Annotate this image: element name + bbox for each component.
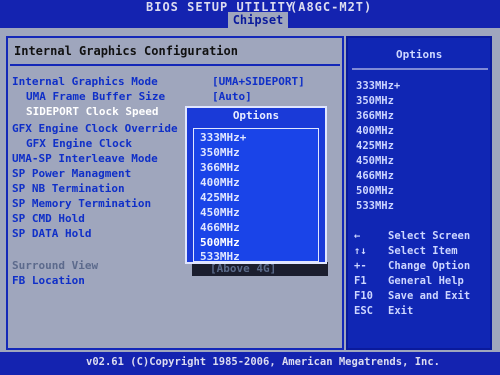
- help-option-466mhz: 466MHz: [356, 170, 394, 182]
- popup-option-450mhz[interactable]: 450MHz: [200, 206, 240, 219]
- help-panel-divider: [352, 68, 488, 70]
- section-title: Internal Graphics Configuration: [14, 44, 238, 58]
- help-action-exit: Exit: [388, 305, 414, 317]
- popup-option-350mhz[interactable]: 350MHz: [200, 146, 240, 159]
- help-option-366mhz: 366MHz: [356, 110, 394, 122]
- popup-option-400mhz[interactable]: 400MHz: [200, 176, 240, 189]
- help-key-esc: ESC: [354, 305, 373, 317]
- help-option-500mhz: 500MHz: [356, 185, 394, 197]
- setting-uma-frame-buffer-size-value[interactable]: [Auto]: [212, 90, 252, 103]
- setting-sp-power-managment[interactable]: SP Power Managment: [12, 167, 131, 180]
- setting-sp-cmd-hold[interactable]: SP CMD Hold: [12, 212, 85, 225]
- popup-option-list[interactable]: 333MHz+ 350MHz 366MHz 400MHz 425MHz 450M…: [193, 128, 319, 263]
- help-option-333mhz: 333MHz+: [356, 80, 401, 92]
- section-divider: [10, 64, 340, 66]
- help-action-select-item: Select Item: [388, 245, 458, 257]
- bios-screen: BIOS SETUP UTILITY (A8GC-M2T) Chipset In…: [0, 0, 500, 375]
- popup-option-500mhz-selected[interactable]: 500MHz: [200, 236, 240, 249]
- setting-sp-data-hold[interactable]: SP DATA Hold: [12, 227, 91, 240]
- setting-fb-location[interactable]: FB Location: [12, 274, 85, 287]
- setting-surround-view: Surround View: [12, 259, 99, 272]
- setting-gfx-engine-clock-override[interactable]: GFX Engine Clock Override: [12, 122, 178, 135]
- help-option-533mhz: 533MHz: [356, 200, 394, 212]
- help-action-select-screen: Select Screen: [388, 230, 471, 242]
- options-popup[interactable]: Options 333MHz+ 350MHz 366MHz 400MHz 425…: [185, 106, 327, 264]
- help-action-general-help: General Help: [388, 275, 464, 287]
- popup-option-333mhz[interactable]: 333MHz+: [200, 131, 246, 144]
- setting-internal-graphics-mode[interactable]: Internal Graphics Mode: [12, 75, 158, 88]
- help-key-plus-minus: +-: [354, 260, 367, 272]
- footer-bar: v02.61 (C)Copyright 1985-2006, American …: [0, 352, 500, 375]
- help-option-425mhz: 425MHz: [356, 140, 394, 152]
- help-key-up-down-arrows: ↑↓: [354, 245, 367, 257]
- help-panel: Options 333MHz+ 350MHz 366MHz 400MHz 425…: [346, 36, 492, 350]
- setting-sp-memory-termination[interactable]: SP Memory Termination: [12, 197, 151, 210]
- help-panel-title: Options: [396, 48, 443, 61]
- setting-uma-frame-buffer-size[interactable]: UMA Frame Buffer Size: [26, 90, 165, 103]
- setting-internal-graphics-mode-value[interactable]: [UMA+SIDEPORT]: [212, 75, 305, 88]
- copyright-text: v02.61 (C)Copyright 1985-2006, American …: [86, 356, 441, 368]
- popup-title: Options: [232, 109, 280, 122]
- help-option-400mhz: 400MHz: [356, 125, 394, 137]
- popup-option-466mhz[interactable]: 466MHz: [200, 221, 240, 234]
- help-option-350mhz: 350MHz: [356, 95, 394, 107]
- setting-gfx-engine-clock[interactable]: GFX Engine Clock: [26, 137, 132, 150]
- setting-uma-sp-interleave-mode[interactable]: UMA-SP Interleave Mode: [12, 152, 158, 165]
- popup-option-533mhz[interactable]: 533MHz: [200, 250, 240, 263]
- setting-sideport-clock-speed[interactable]: SIDEPORT Clock Speed: [26, 105, 158, 118]
- popup-option-366mhz[interactable]: 366MHz: [200, 161, 240, 174]
- title-bar: BIOS SETUP UTILITY (A8GC-M2T) Chipset: [0, 0, 500, 29]
- tab-chipset[interactable]: Chipset: [228, 12, 288, 29]
- setting-sp-nb-termination[interactable]: SP NB Termination: [12, 182, 125, 195]
- help-key-f1: F1: [354, 275, 367, 287]
- help-action-change-option: Change Option: [388, 260, 471, 272]
- help-option-450mhz: 450MHz: [356, 155, 394, 167]
- board-model: (A8GC-M2T): [290, 0, 373, 14]
- help-key-left-arrow: ←: [354, 230, 361, 242]
- help-key-f10: F10: [354, 290, 373, 302]
- help-action-save-and-exit: Save and Exit: [388, 290, 471, 302]
- popup-option-425mhz[interactable]: 425MHz: [200, 191, 240, 204]
